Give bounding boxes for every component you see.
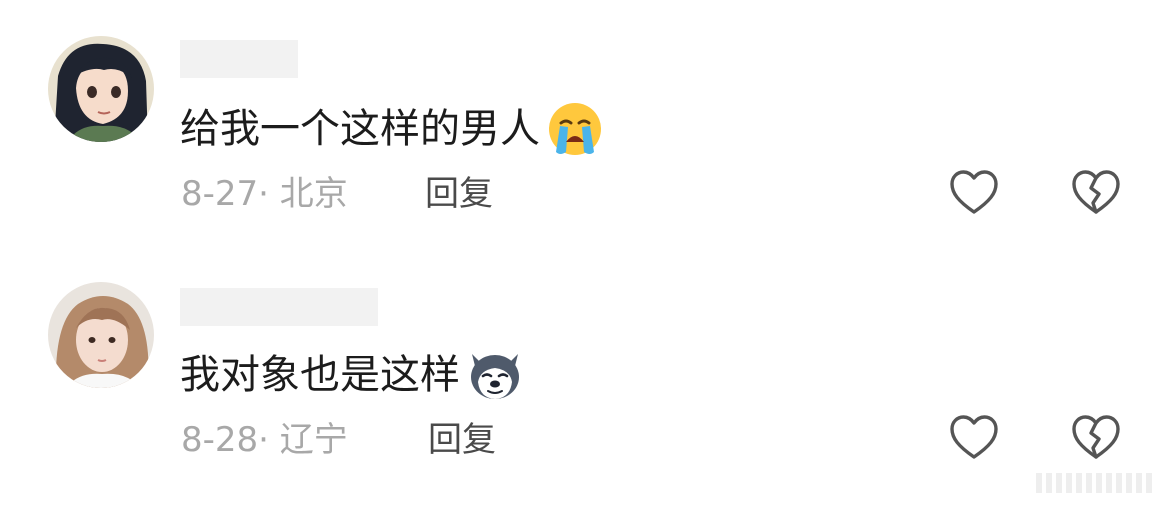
reply-button[interactable]: 回复 [428,420,496,460]
husky-dog-face-icon [466,346,524,404]
reply-button[interactable]: 回复 [425,174,493,214]
anime-avatar-image [48,36,154,142]
meta-separator: · [258,174,269,214]
comment-body: 我对象也是这样 [180,352,460,398]
comment-text: 我对象也是这样 [180,346,524,404]
meta-separator: · [258,420,269,460]
comment-date: 8-27 [181,174,259,214]
comment-item-1: 给我一个这样的男人 8-27· 北京 回复 [0,0,1170,240]
username-redacted[interactable] [180,288,378,326]
heart-outline-icon[interactable] [948,167,1000,219]
comment-body: 给我一个这样的男人 [180,106,540,152]
comment-meta: 8-27· 北京 [181,174,348,214]
broken-heart-outline-icon[interactable] [1070,167,1122,219]
photo-avatar-image [48,282,154,388]
comment-location: 北京 [279,174,348,214]
comment-location: 辽宁 [279,420,348,460]
heart-outline-icon[interactable] [948,412,1000,464]
username-redacted[interactable] [180,40,298,78]
comment-meta: 8-28· 辽宁 [181,420,348,460]
avatar[interactable] [48,282,154,388]
loudly-crying-face-icon [546,100,604,158]
watermark [1036,469,1156,495]
broken-heart-outline-icon[interactable] [1070,412,1122,464]
comment-date: 8-28 [181,420,259,460]
comment-item-2: 我对象也是这样 8-28· 辽宁 回复 [0,248,1170,488]
avatar[interactable] [48,36,154,142]
comment-text: 给我一个这样的男人 [180,100,604,158]
